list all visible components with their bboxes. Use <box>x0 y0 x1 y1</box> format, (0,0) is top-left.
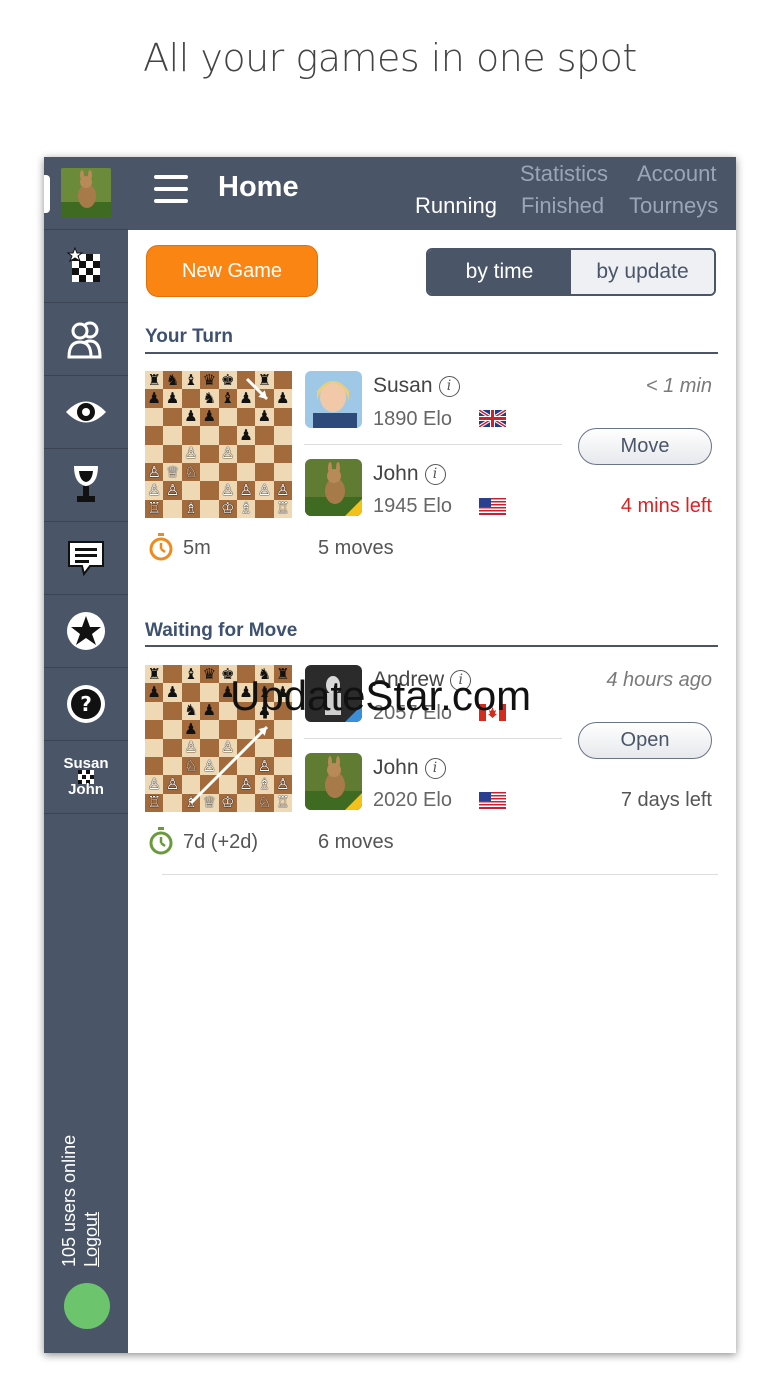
sort-toggle: by time by update <box>426 248 716 296</box>
nav-statistics[interactable]: Statistics <box>520 161 608 187</box>
chessboard-star-icon <box>66 246 100 282</box>
open-button[interactable]: Open <box>578 722 712 759</box>
sidebar-item-watch[interactable] <box>44 376 128 449</box>
tab-finished[interactable]: Finished <box>521 193 604 219</box>
section-divider <box>145 645 718 647</box>
sidebar-item-new-game[interactable] <box>44 230 128 303</box>
time-control: 7d (+2d) <box>183 831 259 853</box>
player-name[interactable]: John i <box>373 756 446 780</box>
last-activity: 4 hours ago <box>606 669 712 691</box>
avatar-susan <box>305 371 362 428</box>
uk-flag-icon <box>479 410 506 427</box>
player-elo: 1890 Elo <box>373 408 452 430</box>
watermark: UpdateStar.com <box>230 672 532 719</box>
logout-link[interactable]: Logout <box>80 1135 102 1267</box>
trophy-cup-icon <box>74 466 98 502</box>
player-name[interactable]: John i <box>373 462 446 486</box>
page-title: Home <box>218 171 299 203</box>
sort-by-update-button[interactable]: by update <box>571 250 714 294</box>
us-flag-icon <box>479 498 506 515</box>
match-player-bottom: John <box>68 781 104 798</box>
sidebar-toggle-handle[interactable] <box>44 175 50 213</box>
player-divider <box>304 444 562 445</box>
sidebar-item-messages[interactable] <box>44 522 128 595</box>
player-name[interactable]: Susan i <box>373 374 460 398</box>
sidebar-item-help[interactable]: ? <box>44 668 128 741</box>
last-activity: < 1 min <box>645 375 712 397</box>
player-divider <box>304 738 562 739</box>
menu-icon[interactable] <box>154 175 188 203</box>
move-arrow <box>245 377 269 401</box>
sidebar: ? Susan John 105 users online Logout <box>44 157 128 1353</box>
move-button[interactable]: Move <box>578 428 712 465</box>
tab-running[interactable]: Running <box>415 193 497 219</box>
section-title-waiting: Waiting for Move <box>145 620 298 641</box>
tab-tourneys[interactable]: Tourneys <box>629 193 718 219</box>
info-icon[interactable]: i <box>424 464 446 485</box>
player-elo: 2020 Elo <box>373 789 452 811</box>
main-content: New Game by time by update Your Turn ♜ ♞ ♝… <box>128 230 736 1353</box>
avatar <box>61 168 111 218</box>
header: Home Statistics Account Running Finished… <box>128 157 736 230</box>
eye-icon <box>66 401 106 423</box>
online-count: 105 users online <box>59 1134 79 1267</box>
section-title-your-turn: Your Turn <box>145 326 233 347</box>
sidebar-item-favorites[interactable] <box>44 595 128 668</box>
player-elo: 1945 Elo <box>373 495 452 517</box>
chat-bubble-icon <box>68 541 104 577</box>
section-divider <box>145 352 718 354</box>
sort-by-time-button[interactable]: by time <box>428 250 571 294</box>
time-left: 7 days left <box>620 789 712 811</box>
move-count: 5 moves <box>318 537 394 559</box>
sidebar-item-current-match[interactable]: Susan John <box>44 741 128 814</box>
help-icon: ? <box>67 685 105 723</box>
svg-text:?: ? <box>80 692 92 716</box>
info-icon[interactable]: i <box>424 758 446 779</box>
avatar-john <box>305 753 362 810</box>
app-window: ? Susan John 105 users online Logout Hom… <box>44 157 736 1353</box>
star-icon <box>67 612 105 650</box>
time-control: 5m <box>183 537 211 559</box>
time-left: 4 mins left <box>620 495 712 517</box>
sidebar-item-tournaments[interactable] <box>44 449 128 522</box>
avatar-john <box>305 459 362 516</box>
online-indicator <box>64 1283 110 1329</box>
list-end-divider <box>162 874 718 875</box>
online-status: 105 users online Logout <box>58 1135 102 1267</box>
promo-caption: All your games in one spot <box>143 36 637 80</box>
users-icon <box>67 321 102 359</box>
stopwatch-icon <box>149 533 173 561</box>
chessboard-preview-1[interactable]: ♜ ♞ ♝ ♛ ♚ ♜ ♟ ♟ ♞ ♝ ♟ ♟ ♟ ♟ ♟ ♟ ♙ ♙ ♙ ♕ ♘ ♙ ♙ ♙ ♙ ♙ ♙ ♖ ♗ ♔ ♗ ♖ <box>145 371 292 518</box>
us-flag-icon <box>479 792 506 809</box>
stopwatch-icon <box>149 827 173 855</box>
sidebar-item-friends[interactable] <box>44 303 128 376</box>
info-icon[interactable]: i <box>438 376 460 397</box>
move-count: 6 moves <box>318 831 394 853</box>
nav-account[interactable]: Account <box>637 161 717 187</box>
sidebar-profile[interactable] <box>44 157 128 230</box>
new-game-button[interactable]: New Game <box>146 245 318 297</box>
